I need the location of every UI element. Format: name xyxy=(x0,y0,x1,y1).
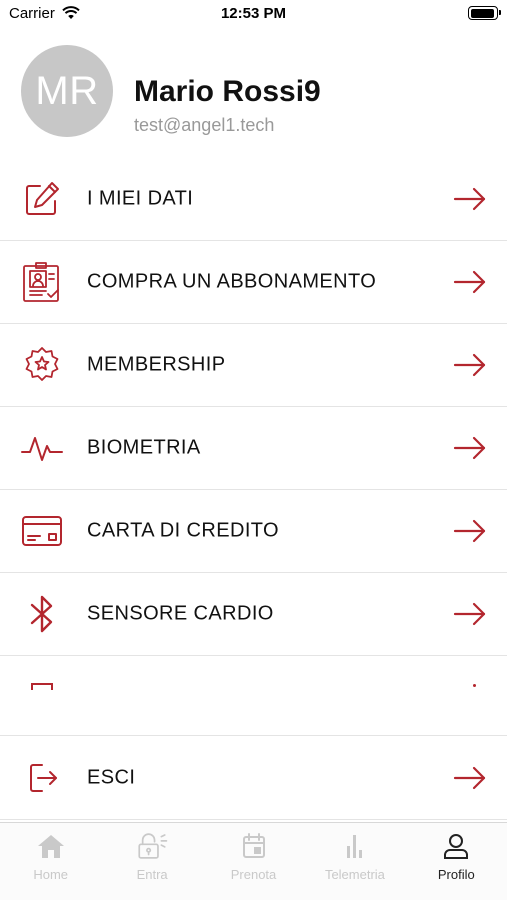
menu-item-heart-sensor[interactable]: SENSORE CARDIO xyxy=(0,573,507,656)
tab-label: Prenota xyxy=(230,867,277,882)
user-icon xyxy=(439,831,473,861)
battery-icon xyxy=(468,6,501,20)
tab-label: Entra xyxy=(136,867,168,882)
menu-item-biometrics[interactable]: BIOMETRIA xyxy=(0,407,507,490)
menu-item-credit-card[interactable]: CARTA DI CREDITO xyxy=(0,490,507,573)
avatar: MR xyxy=(21,45,113,137)
tab-prenota[interactable]: Prenota xyxy=(203,823,304,900)
tab-bar: Home Entra Prenota Telemetria Profilo xyxy=(0,822,507,900)
tab-home[interactable]: Home xyxy=(0,823,101,900)
arrow-right-icon xyxy=(453,519,487,543)
bar-chart-icon xyxy=(338,831,372,861)
status-bar: Carrier 12:53 PM xyxy=(0,0,507,30)
partial-icon xyxy=(30,678,54,690)
menu-item-label: COMPRA UN ABBONAMENTO xyxy=(87,270,377,293)
menu-item-logout[interactable]: ESCI xyxy=(0,736,507,820)
arrow-right-icon xyxy=(453,766,487,790)
tab-label: Profilo xyxy=(437,867,475,882)
id-badge-icon xyxy=(20,260,64,304)
menu-item-label: I MIEI DATI xyxy=(87,187,194,210)
star-badge-icon xyxy=(20,343,64,387)
home-icon xyxy=(34,831,68,861)
menu-item-label: MEMBERSHIP xyxy=(87,353,226,376)
tab-label: Home xyxy=(33,867,69,882)
arrow-right-icon xyxy=(453,353,487,377)
menu-item-label: BIOMETRIA xyxy=(87,436,201,459)
menu-item-buy-subscription[interactable]: COMPRA UN ABBONAMENTO xyxy=(0,241,507,324)
user-email: test@angel1.tech xyxy=(134,115,275,135)
bluetooth-icon xyxy=(20,592,64,636)
menu-item-label: CARTA DI CREDITO xyxy=(87,519,279,542)
logout-icon xyxy=(20,756,64,800)
user-name: Mario Rossi9 xyxy=(134,75,321,108)
arrow-right-icon xyxy=(453,436,487,460)
tab-entra[interactable]: Entra xyxy=(101,823,202,900)
menu-item-label: SENSORE CARDIO xyxy=(87,602,274,625)
tab-label: Telemetria xyxy=(324,867,385,882)
profile-menu: I MIEI DATI COMPRA UN ABBONAMENTO MEMBER… xyxy=(0,158,507,820)
menu-item-label: ESCI xyxy=(87,766,136,788)
tab-telemetria[interactable]: Telemetria xyxy=(304,823,405,900)
arrow-right-icon xyxy=(453,187,487,211)
credit-card-icon xyxy=(20,509,64,553)
menu-item-my-data[interactable]: I MIEI DATI xyxy=(0,158,507,241)
arrow-right-icon xyxy=(453,602,487,626)
profile-header: MR Mario Rossi9 test@angel1.tech xyxy=(0,45,507,155)
calendar-icon xyxy=(237,831,271,861)
menu-item-membership[interactable]: MEMBERSHIP xyxy=(0,324,507,407)
clock: 12:53 PM xyxy=(220,5,287,22)
tab-profilo[interactable]: Profilo xyxy=(406,823,507,900)
edit-icon xyxy=(20,177,64,221)
arrow-right-icon xyxy=(453,270,487,294)
heartbeat-icon xyxy=(20,426,64,470)
partial-arrow-icon xyxy=(473,684,476,687)
lock-icon xyxy=(135,831,169,861)
menu-item-partial[interactable] xyxy=(0,656,507,736)
